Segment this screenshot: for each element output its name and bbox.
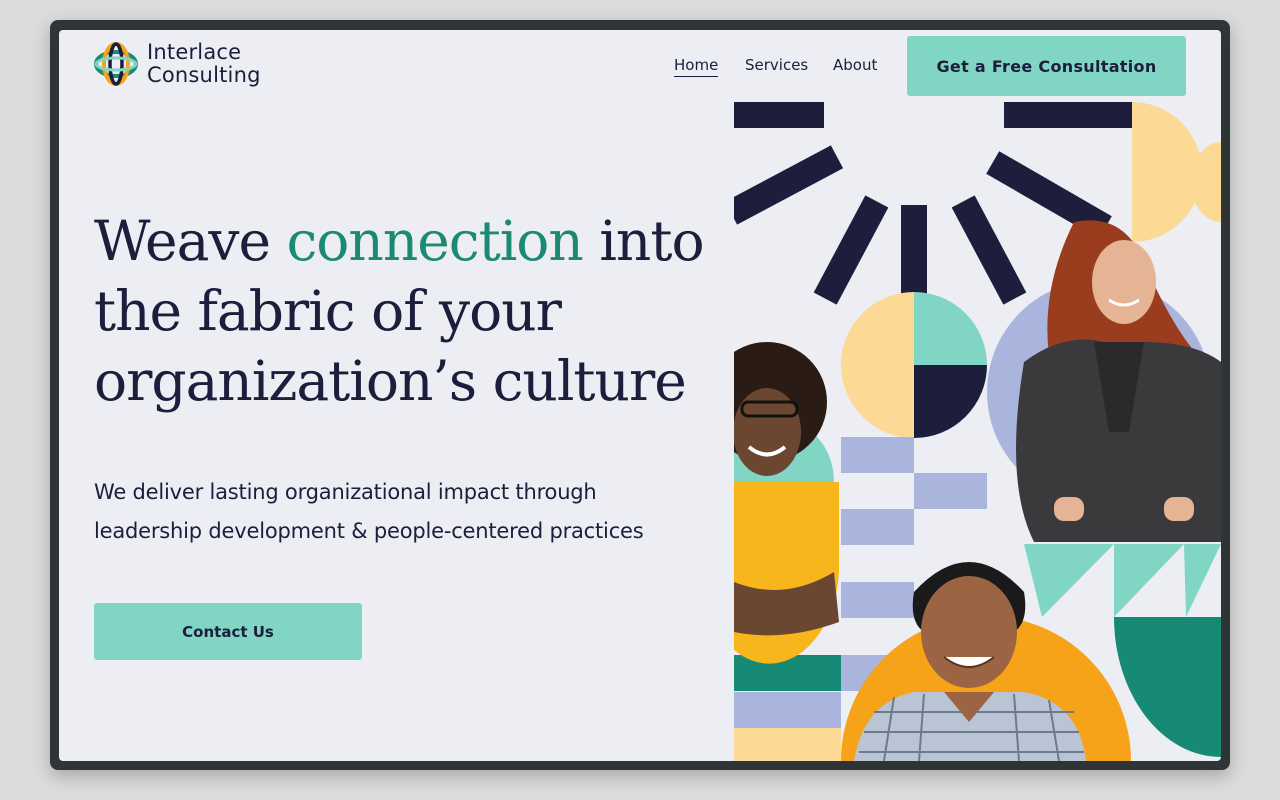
hero-title-accent: connection — [286, 209, 584, 273]
logo-text: Interlace Consulting — [147, 41, 261, 87]
page: Interlace Consulting Home Services About… — [59, 30, 1221, 761]
logo-line-1: Interlace — [147, 40, 242, 64]
hero-title-part1: Weave — [94, 209, 287, 273]
contact-us-button[interactable]: Contact Us — [94, 603, 362, 660]
hero-subtitle: We deliver lasting organizational impact… — [94, 480, 644, 543]
logo[interactable]: Interlace Consulting — [93, 40, 261, 88]
hero-artwork — [734, 102, 1221, 761]
person-photo-2 — [1016, 220, 1221, 542]
nav-about[interactable]: About — [833, 56, 877, 74]
hero-title: Weave connection into the fabric of your… — [94, 206, 714, 416]
interlace-logo-icon — [94, 42, 138, 86]
person-photo-1 — [734, 342, 839, 664]
nav-services[interactable]: Services — [745, 56, 808, 74]
nav-home[interactable]: Home — [674, 56, 719, 77]
free-consultation-button[interactable]: Get a Free Consultation — [907, 36, 1186, 96]
logo-line-2: Consulting — [147, 63, 261, 87]
